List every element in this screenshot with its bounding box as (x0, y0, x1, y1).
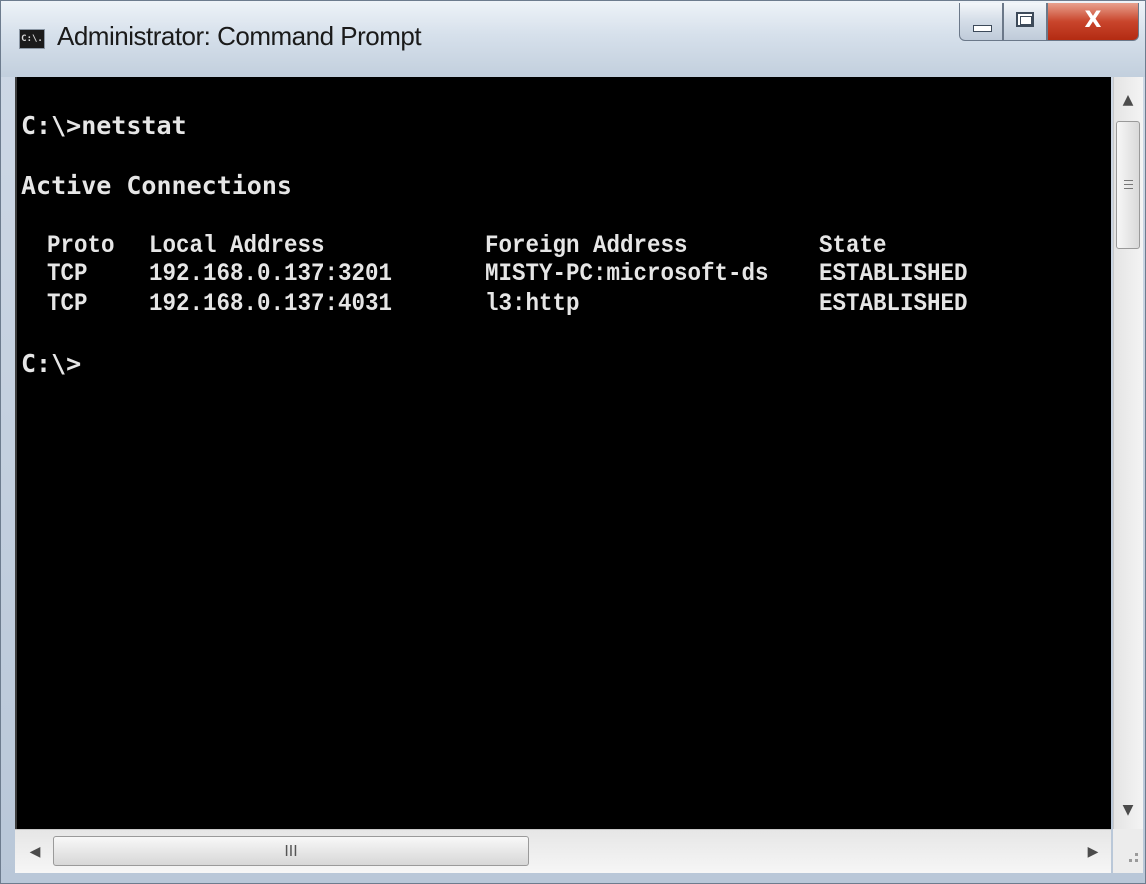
horizontal-scrollbar[interactable]: ◀ III ▶ (15, 829, 1111, 873)
vertical-scrollbar[interactable]: ▲ ▼ (1113, 77, 1143, 829)
title-bar[interactable]: C:\. Administrator: Command Prompt X (1, 1, 1145, 77)
active-connections-heading: Active Connections (21, 171, 292, 200)
row-foreign-address: MISTY-PC:microsoft-ds (485, 259, 769, 288)
scroll-down-icon[interactable]: ▼ (1114, 803, 1142, 817)
row-proto: TCP (47, 289, 88, 318)
minimize-button[interactable] (959, 3, 1003, 41)
grip-icon: III (284, 842, 298, 860)
row-local-address: 192.168.0.137:4031 (149, 289, 393, 318)
maximize-icon (1016, 12, 1034, 27)
horizontal-scroll-thumb[interactable]: III (53, 836, 529, 866)
cmd-app-icon[interactable]: C:\. (19, 29, 45, 49)
console-output[interactable]: C:\>netstat Active Connections Proto Loc… (15, 77, 1111, 829)
scroll-right-icon[interactable]: ▶ (1079, 845, 1107, 859)
column-header-proto: Proto (47, 231, 115, 260)
grip-line (1124, 180, 1133, 181)
close-icon: X (1084, 8, 1102, 33)
row-proto: TCP (47, 259, 88, 288)
grip-line (1124, 188, 1133, 189)
prompt-command-line: C:\>netstat (21, 111, 187, 140)
command-prompt-window: C:\. Administrator: Command Prompt X C:\… (0, 0, 1146, 884)
row-state: ESTABLISHED (819, 259, 968, 288)
minimize-icon (973, 25, 992, 32)
prompt-line: C:\> (21, 349, 82, 378)
row-state: ESTABLISHED (819, 289, 968, 318)
resize-grip-icon[interactable] (1113, 829, 1143, 873)
window-frame-bottom (1, 873, 1145, 883)
column-header-foreign-address: Foreign Address (485, 231, 688, 260)
vertical-scroll-thumb[interactable] (1116, 121, 1140, 249)
grip-line (1124, 184, 1133, 185)
close-button[interactable]: X (1047, 3, 1139, 41)
column-header-local-address: Local Address (149, 231, 325, 260)
column-header-state: State (819, 231, 887, 260)
scroll-left-icon[interactable]: ◀ (21, 845, 49, 859)
row-foreign-address: l3:http (485, 289, 580, 318)
maximize-button[interactable] (1003, 3, 1047, 41)
row-local-address: 192.168.0.137:3201 (149, 259, 393, 288)
window-title: Administrator: Command Prompt (57, 21, 422, 51)
scroll-up-icon[interactable]: ▲ (1114, 93, 1142, 107)
